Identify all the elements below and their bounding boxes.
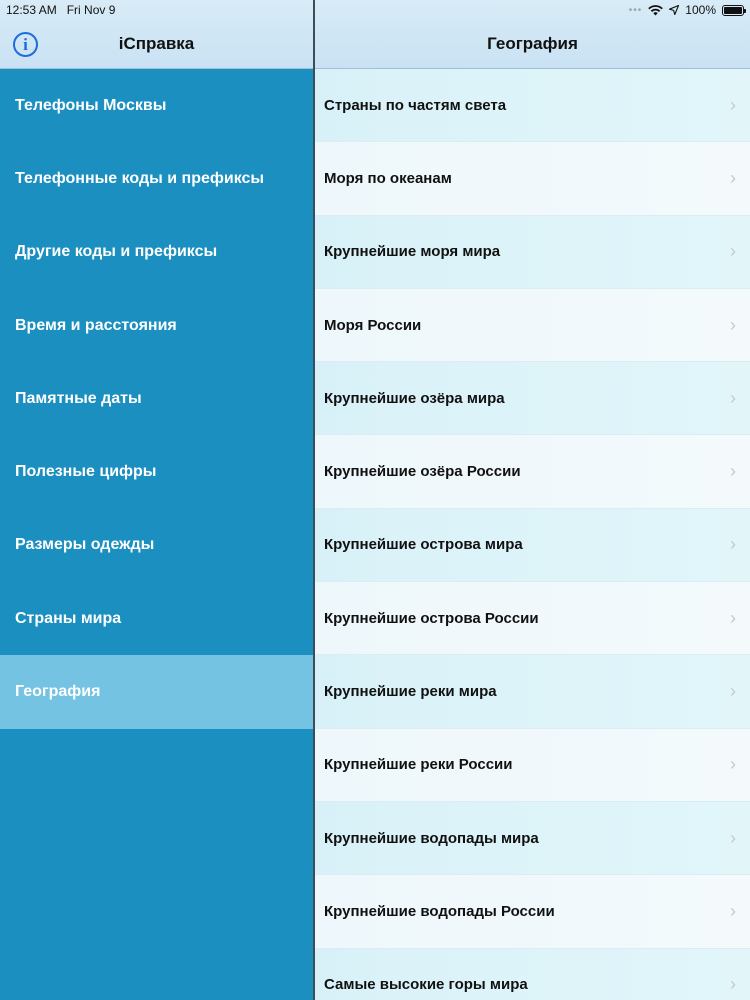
list-item[interactable]: Крупнейшие озёра мира ›	[315, 362, 750, 436]
sidebar-item-moscow-phones[interactable]: Телефоны Москвы	[0, 69, 313, 142]
list-item-label: Крупнейшие водопады России	[324, 902, 555, 920]
info-icon[interactable]: i	[13, 32, 38, 57]
chevron-right-icon: ›	[730, 167, 736, 188]
list-item[interactable]: Страны по частям света ›	[315, 69, 750, 143]
sidebar-item-label: Телефоны Москвы	[15, 96, 167, 114]
chevron-right-icon: ›	[730, 754, 736, 775]
list-item[interactable]: Крупнейшие реки мира ›	[315, 655, 750, 729]
list-item[interactable]: Моря по океанам ›	[315, 142, 750, 216]
chevron-right-icon: ›	[730, 827, 736, 848]
master-navigation-bar: 12:53 AM Fri Nov 9 i iСправка	[0, 0, 313, 69]
status-date: Fri Nov 9	[66, 3, 116, 17]
list-item-label: Страны по частям света	[324, 96, 507, 114]
list-item[interactable]: Крупнейшие водопады России ›	[315, 875, 750, 949]
chevron-right-icon: ›	[730, 314, 736, 335]
list-item-label: Крупнейшие реки мира	[324, 683, 497, 701]
sidebar-item-clothing-sizes[interactable]: Размеры одежды	[0, 509, 313, 582]
battery-icon	[722, 4, 746, 16]
sidebar-item-countries[interactable]: Страны мира	[0, 582, 313, 655]
master-list: Телефоны Москвы Телефонные коды и префик…	[0, 69, 313, 729]
page-title: География	[487, 34, 578, 53]
master-panel: 12:53 AM Fri Nov 9 i iСправка Телефоны М…	[0, 0, 313, 1000]
sidebar-item-geography[interactable]: География	[0, 655, 313, 729]
chevron-right-icon: ›	[730, 607, 736, 628]
status-bar-left: 12:53 AM Fri Nov 9	[6, 3, 115, 17]
wifi-icon	[648, 4, 664, 16]
sidebar-item-other-codes[interactable]: Другие коды и префиксы	[0, 216, 313, 289]
list-item-label: Моря по океанам	[324, 169, 452, 187]
list-item[interactable]: Крупнейшие острова России ›	[315, 582, 750, 656]
master-title: iСправка	[118, 34, 195, 53]
sidebar-item-label: Размеры одежды	[15, 536, 155, 554]
list-item[interactable]: Самые высокие горы мира ›	[315, 948, 750, 1000]
list-item[interactable]: Моря России ›	[315, 288, 750, 363]
chevron-right-icon: ›	[730, 900, 736, 921]
list-item-label: Моря России	[324, 316, 422, 334]
list-item-label: Крупнейшие моря мира	[324, 243, 501, 261]
list-item-label: Крупнейшие острова мира	[324, 536, 523, 554]
chevron-right-icon: ›	[730, 461, 736, 482]
list-item[interactable]: Крупнейшие озёра России ›	[315, 435, 750, 509]
detail-panel: ••• 100% География Страны по частям свет…	[315, 0, 750, 1000]
chevron-right-icon: ›	[730, 241, 736, 262]
sidebar-item-label: Другие коды и префиксы	[15, 243, 218, 261]
list-item-label: Крупнейшие водопады мира	[324, 829, 539, 847]
sidebar-item-label: Телефонные коды и префиксы	[15, 169, 265, 187]
list-item-label: Самые высокие горы мира	[324, 976, 528, 994]
battery-percentage: 100%	[685, 3, 716, 17]
list-item[interactable]: Крупнейшие реки России ›	[315, 728, 750, 802]
sidebar-item-time-distance[interactable]: Время и расстояния	[0, 289, 313, 362]
location-arrow-icon	[669, 5, 680, 15]
sidebar-item-label: География	[15, 683, 101, 701]
sidebar-item-phone-codes[interactable]: Телефонные коды и префиксы	[0, 142, 313, 215]
list-item[interactable]: Крупнейшие моря мира ›	[315, 215, 750, 289]
status-bar-right: ••• 100%	[628, 3, 746, 17]
list-item-label: Крупнейшие озёра мира	[324, 389, 505, 407]
sidebar-item-useful-numbers[interactable]: Полезные цифры	[0, 435, 313, 508]
sidebar-item-label: Страны мира	[15, 609, 122, 627]
multitasking-dots-icon: •••	[628, 4, 643, 16]
status-time: 12:53 AM	[6, 3, 57, 17]
chevron-right-icon: ›	[730, 387, 736, 408]
chevron-right-icon: ›	[730, 974, 736, 995]
split-view-screen: 12:53 AM Fri Nov 9 i iСправка Телефоны М…	[0, 0, 750, 1000]
chevron-right-icon: ›	[730, 94, 736, 115]
sidebar-item-memorable-dates[interactable]: Памятные даты	[0, 362, 313, 435]
detail-navigation-bar: ••• 100% География	[315, 0, 750, 69]
list-item-label: Крупнейшие озёра России	[324, 463, 521, 481]
chevron-right-icon: ›	[730, 534, 736, 555]
sidebar-item-label: Полезные цифры	[15, 463, 157, 481]
list-item-label: Крупнейшие острова России	[324, 609, 539, 627]
list-item[interactable]: Крупнейшие острова мира ›	[315, 508, 750, 583]
list-item[interactable]: Крупнейшие водопады мира ›	[315, 801, 750, 876]
sidebar-item-label: Памятные даты	[15, 389, 142, 407]
sidebar-item-label: Время и расстояния	[15, 316, 177, 334]
list-item-label: Крупнейшие реки России	[324, 756, 513, 774]
chevron-right-icon: ›	[730, 681, 736, 702]
detail-list: Страны по частям света › Моря по океанам ›…	[315, 69, 750, 1000]
